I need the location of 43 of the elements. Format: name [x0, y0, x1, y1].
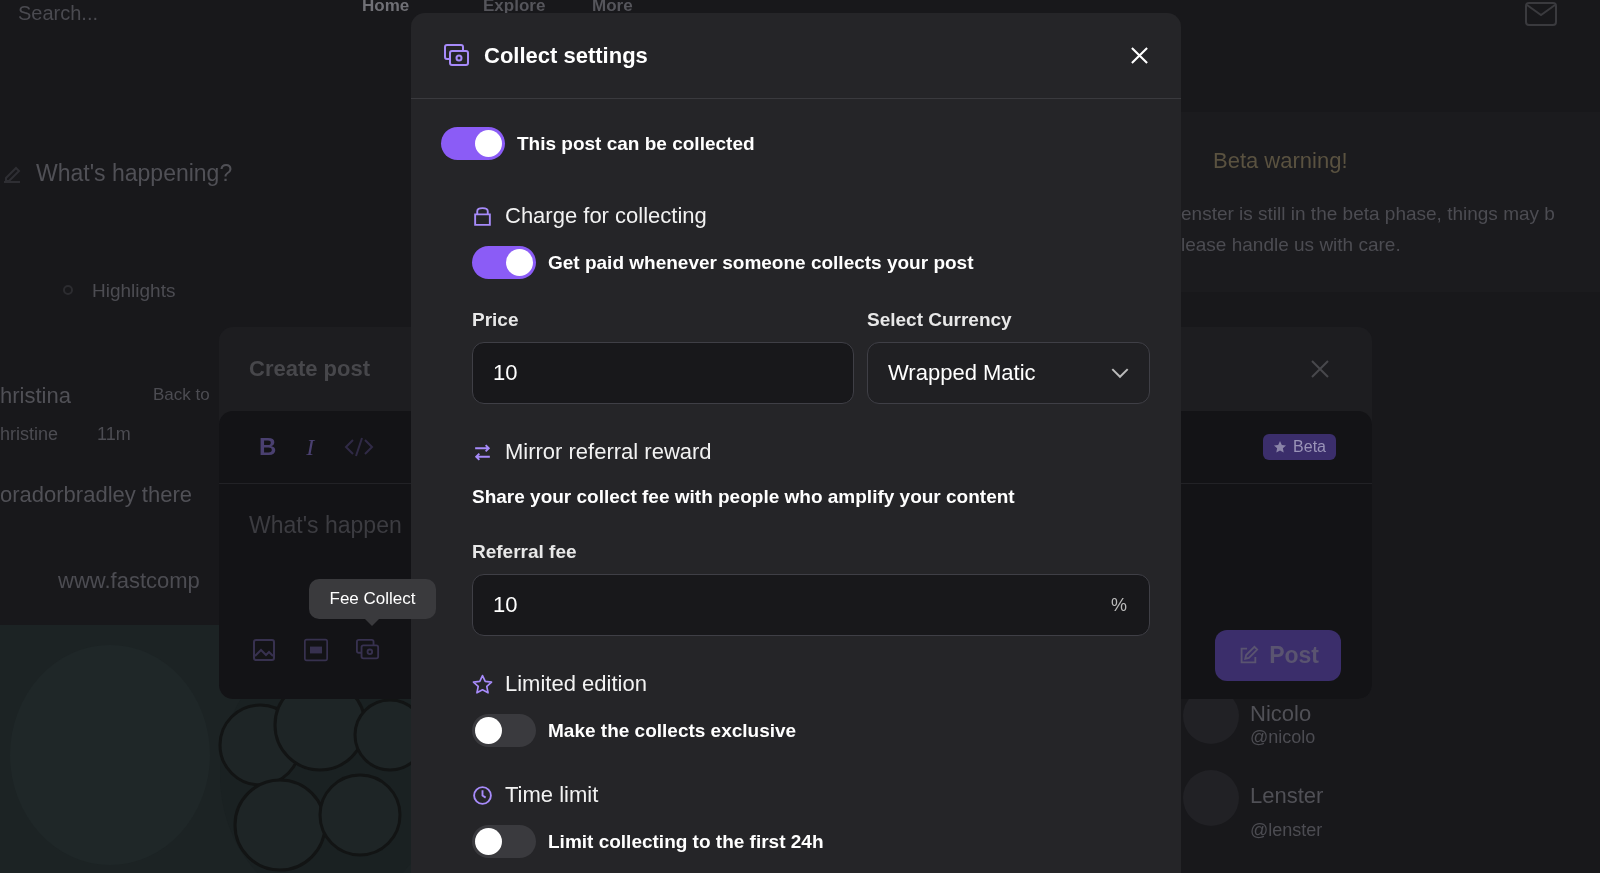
- currency-select[interactable]: Wrapped Matic: [867, 342, 1150, 404]
- post-text: oradorbradley there: [0, 482, 192, 508]
- code-icon[interactable]: [344, 435, 375, 459]
- field-label: Price: [472, 309, 520, 331]
- toggle-switch[interactable]: [472, 825, 536, 858]
- toggle-label: Limit collecting to the first 24h: [548, 830, 824, 853]
- toggle-label: Make the collects exclusive: [548, 719, 797, 742]
- referral-fee-input[interactable]: 10 %: [472, 574, 1150, 636]
- nav-link[interactable]: Home: [362, 0, 410, 14]
- beta-badge: Beta: [1263, 434, 1336, 460]
- italic-button[interactable]: I: [306, 433, 315, 461]
- price-input[interactable]: 10: [472, 342, 854, 404]
- field-label: Select Currency: [867, 309, 1013, 331]
- toggle-switch[interactable]: [472, 714, 536, 747]
- suggestion-name[interactable]: Lenster: [1250, 783, 1324, 809]
- beta-warning-title: Beta warning!: [1213, 148, 1348, 174]
- toggle-label: Get paid whenever someone collects your post: [548, 251, 974, 274]
- bold-button[interactable]: B: [259, 433, 277, 461]
- author-name: hristina: [0, 383, 71, 409]
- section-title: Charge for collecting: [505, 203, 707, 229]
- money-icon[interactable]: [356, 637, 380, 662]
- suggestion-name[interactable]: Nicolo: [1250, 701, 1312, 727]
- nav-link[interactable]: More: [592, 0, 633, 14]
- percent-unit: %: [1111, 594, 1127, 616]
- dialog-title: Collect settings: [484, 42, 648, 69]
- toggle-switch[interactable]: [472, 246, 536, 279]
- money-icon: [444, 43, 470, 68]
- section-title: Mirror referral reward: [505, 439, 712, 465]
- clock-icon: [472, 784, 493, 806]
- toggle-switch[interactable]: [441, 127, 505, 160]
- star-icon: [1273, 440, 1288, 454]
- tooltip: Fee Collect: [309, 579, 436, 619]
- image-icon[interactable]: [252, 637, 276, 662]
- star-icon: [472, 673, 493, 695]
- tooltip-arrow: [365, 619, 379, 626]
- composer-prompt[interactable]: What's happening?: [36, 160, 233, 187]
- section-title: Limited edition: [505, 671, 647, 697]
- section-description: Share your collect fee with people who amplify your content: [472, 486, 1016, 508]
- chevron-down-icon: [1111, 367, 1129, 379]
- mail-icon[interactable]: [1525, 2, 1557, 26]
- section-title: Time limit: [505, 782, 599, 808]
- field-label: Referral fee: [472, 541, 578, 563]
- toggle-label: This post can be collected: [517, 132, 755, 155]
